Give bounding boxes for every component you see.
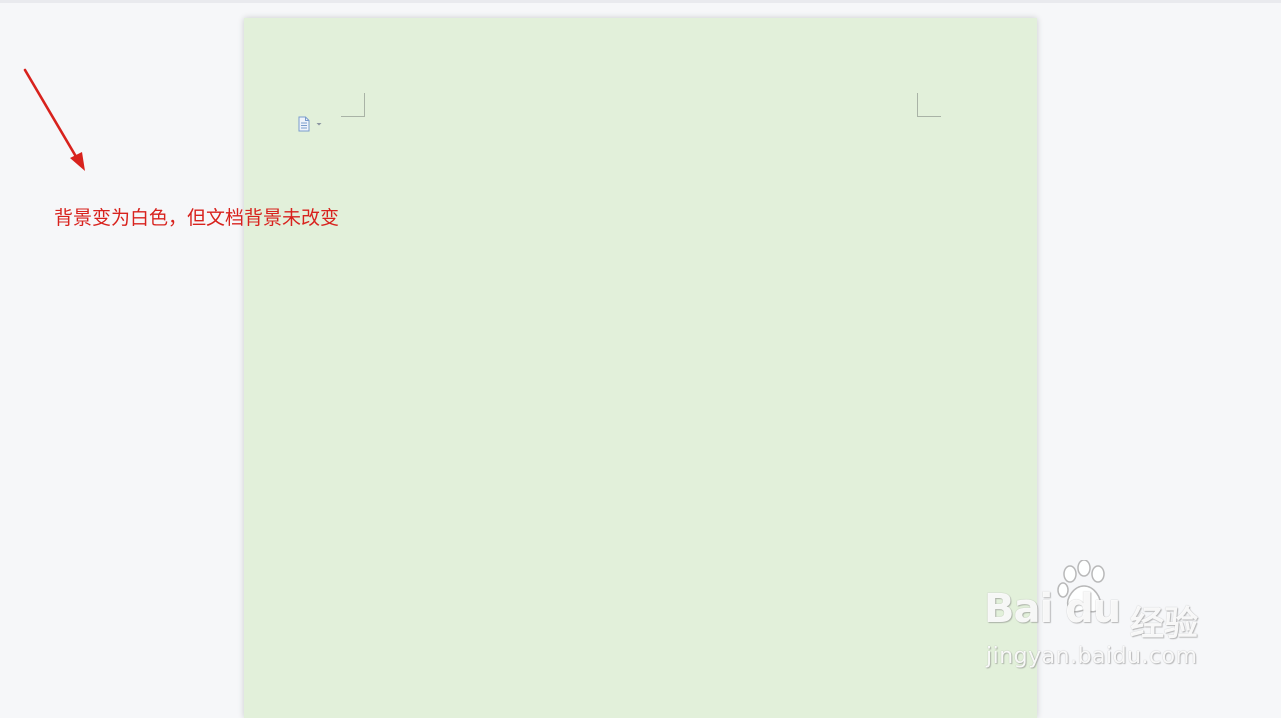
watermark-brand-cn: 经验 <box>1130 604 1198 644</box>
watermark-brand: Bai du <box>984 586 1121 632</box>
baidu-jingyan-watermark: Bai du 经验 jingyan.baidu.com <box>980 560 1220 680</box>
annotation-caption: 背景变为白色，但文档背景未改变 <box>54 207 340 229</box>
caret-down-icon <box>316 123 322 126</box>
red-arrow-icon <box>23 68 85 171</box>
paragraph-format-dropdown[interactable] <box>297 116 327 132</box>
top-edge-strip <box>0 0 1281 3</box>
margin-corner-top-right <box>917 93 941 117</box>
document-page[interactable] <box>244 18 1037 718</box>
watermark-url: jingyan.baidu.com <box>986 644 1198 669</box>
margin-corner-top-left <box>341 93 365 117</box>
